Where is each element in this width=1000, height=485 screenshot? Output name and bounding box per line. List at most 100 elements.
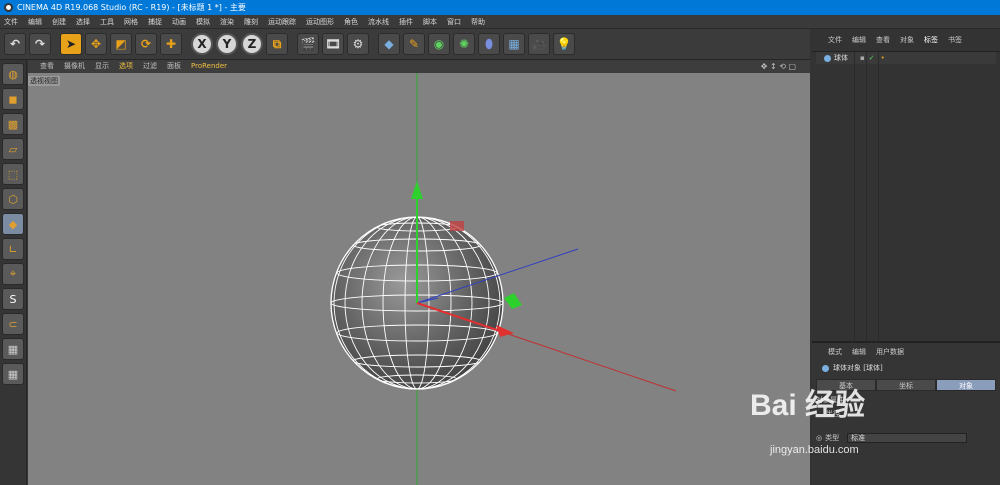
menu-render[interactable]: 渲染	[220, 15, 234, 28]
menu-pipeline[interactable]: 流水线	[368, 15, 389, 28]
menu-snap[interactable]: 捕捉	[148, 15, 162, 28]
coordinate-system-button[interactable]: ⧉	[266, 33, 288, 55]
scale-tool-button[interactable]: ◩	[110, 33, 132, 55]
object-row-sphere[interactable]: 球体 ▪ ✓ •	[816, 52, 996, 64]
add-pen-spline-button[interactable]: ✎	[403, 33, 425, 55]
add-subdivision-button[interactable]: ◉	[428, 33, 450, 55]
menu-character[interactable]: 角色	[344, 15, 358, 28]
workplane-button[interactable]: ▱	[2, 138, 24, 160]
workplane-lock-button[interactable]: ▦	[2, 338, 24, 360]
last-tool-button[interactable]: ✚	[160, 33, 182, 55]
grid-lock-icon: ▦	[7, 342, 19, 356]
subtab-object[interactable]: 对象	[936, 379, 996, 391]
type-dropdown[interactable]: 标准	[847, 433, 968, 443]
points-mode-button[interactable]: ⬚	[2, 163, 24, 185]
viewport-menu-view[interactable]: 查看	[40, 60, 54, 73]
menu-select[interactable]: 选择	[76, 15, 90, 28]
type-radio-icon[interactable]: ◎	[816, 434, 822, 442]
object-tree: 球体 ▪ ✓ •	[812, 51, 1000, 341]
model-cube-icon: ◼	[8, 92, 18, 106]
visibility-check-icon[interactable]: ✓	[869, 54, 875, 62]
object-manager-tabs: 文件 编辑 查看 对象 标签 书签	[812, 29, 1000, 51]
menu-animate[interactable]: 动画	[172, 15, 186, 28]
type-label: 类型	[825, 434, 840, 442]
menu-plugins[interactable]: 插件	[399, 15, 413, 28]
add-array-button[interactable]: ✺	[453, 33, 475, 55]
solo-s-icon: S	[9, 292, 17, 306]
tag-icon[interactable]: •	[881, 54, 885, 62]
viewport-menu-display[interactable]: 显示	[95, 60, 109, 73]
viewport-navigation-icons[interactable]: ✥ ↕ ⟲ ▢	[761, 60, 796, 73]
am-tab-user-data[interactable]: 用户数据	[876, 347, 904, 357]
clapper-gear-icon: ⚙	[352, 37, 364, 51]
menu-create[interactable]: 创建	[52, 15, 66, 28]
solo-mode-button[interactable]: S	[2, 288, 24, 310]
add-deformer-button[interactable]: ⬮	[478, 33, 500, 55]
render-view-button[interactable]: 🎬	[297, 33, 319, 55]
menu-window[interactable]: 窗口	[447, 15, 461, 28]
menu-script[interactable]: 脚本	[423, 15, 437, 28]
viewport-scene	[330, 73, 677, 485]
gizmo-plane-handle	[450, 221, 464, 231]
make-editable-button[interactable]: ◍	[2, 63, 24, 85]
viewport-menu-prorender[interactable]: ProRender	[191, 60, 227, 73]
move-tool-button[interactable]: ✥	[85, 33, 107, 55]
texture-mode-button[interactable]: ▩	[2, 113, 24, 135]
am-tab-mode[interactable]: 模式	[828, 347, 842, 357]
subtab-coord[interactable]: 坐标	[876, 379, 936, 391]
menu-help[interactable]: 帮助	[471, 15, 485, 28]
add-floor-button[interactable]: ▦	[503, 33, 525, 55]
om-tab-bookmarks[interactable]: 书签	[948, 35, 962, 45]
add-light-button[interactable]: 💡	[553, 33, 575, 55]
am-tab-edit[interactable]: 编辑	[852, 347, 866, 357]
workplane-icon: ▱	[8, 142, 18, 156]
om-tab-view[interactable]: 查看	[876, 35, 890, 45]
viewport-menu-options[interactable]: 选项	[119, 60, 133, 73]
rotate-icon: ⟳	[140, 37, 152, 51]
render-to-picture-viewer-button[interactable]: 🎞	[322, 33, 344, 55]
edges-mode-button[interactable]: ⬡	[2, 188, 24, 210]
menu-motion-tracking[interactable]: 运动跟踪	[268, 15, 296, 28]
render-settings-button[interactable]: ⚙	[347, 33, 369, 55]
perspective-viewport[interactable]: 透视视图	[28, 73, 810, 485]
menu-mograph[interactable]: 运动图形	[306, 15, 334, 28]
scale-icon: ◩	[115, 37, 127, 51]
polygons-icon: ◆	[8, 217, 18, 231]
viewport-menu-filter[interactable]: 过滤	[143, 60, 157, 73]
undo-button[interactable]: ↶	[4, 33, 26, 55]
om-tab-tags[interactable]: 标签	[924, 35, 938, 45]
om-tab-edit[interactable]: 编辑	[852, 35, 866, 45]
om-tab-file[interactable]: 文件	[828, 35, 842, 45]
z-axis-lock-button[interactable]: Z	[241, 33, 263, 55]
sphere-object-icon	[824, 54, 831, 62]
om-tab-objects[interactable]: 对象	[900, 35, 914, 45]
menu-sculpt[interactable]: 雕刻	[244, 15, 258, 28]
light-bulb-icon: 💡	[556, 37, 572, 51]
x-axis-lock-button[interactable]: X	[191, 33, 213, 55]
menu-edit[interactable]: 编辑	[28, 15, 42, 28]
add-cube-button[interactable]: ◆	[378, 33, 400, 55]
clapper-icon: 🎬	[300, 37, 316, 51]
model-mode-button[interactable]: ◼	[2, 88, 24, 110]
polygons-mode-button[interactable]: ◆	[2, 213, 24, 235]
cube-icon: ◆	[384, 37, 394, 51]
workplane-align-button[interactable]: ▦	[2, 363, 24, 385]
tweak-mode-button[interactable]: ⌖	[2, 263, 24, 285]
menu-file[interactable]: 文件	[4, 15, 18, 28]
redo-button[interactable]: ↷	[29, 33, 51, 55]
y-axis-lock-button[interactable]: Y	[216, 33, 238, 55]
menu-tools[interactable]: 工具	[100, 15, 114, 28]
select-tool-button[interactable]: ➤	[60, 33, 82, 55]
menu-mesh[interactable]: 网格	[124, 15, 138, 28]
viewport-menu-panel[interactable]: 面板	[167, 60, 181, 73]
add-camera-button[interactable]: 🎥	[528, 33, 550, 55]
rotate-tool-button[interactable]: ⟳	[135, 33, 157, 55]
snap-toggle-button[interactable]: ⊂	[2, 313, 24, 335]
viewport-menu-cameras[interactable]: 摄像机	[64, 60, 85, 73]
cinema4d-logo-icon	[4, 3, 13, 12]
axis-mode-button[interactable]: ∟	[2, 238, 24, 260]
layer-icon[interactable]: ▪	[860, 54, 865, 62]
points-icon: ⬚	[7, 167, 19, 181]
menu-simulate[interactable]: 模拟	[196, 15, 210, 28]
attribute-title: 球体对象 [球体]	[812, 357, 1000, 373]
